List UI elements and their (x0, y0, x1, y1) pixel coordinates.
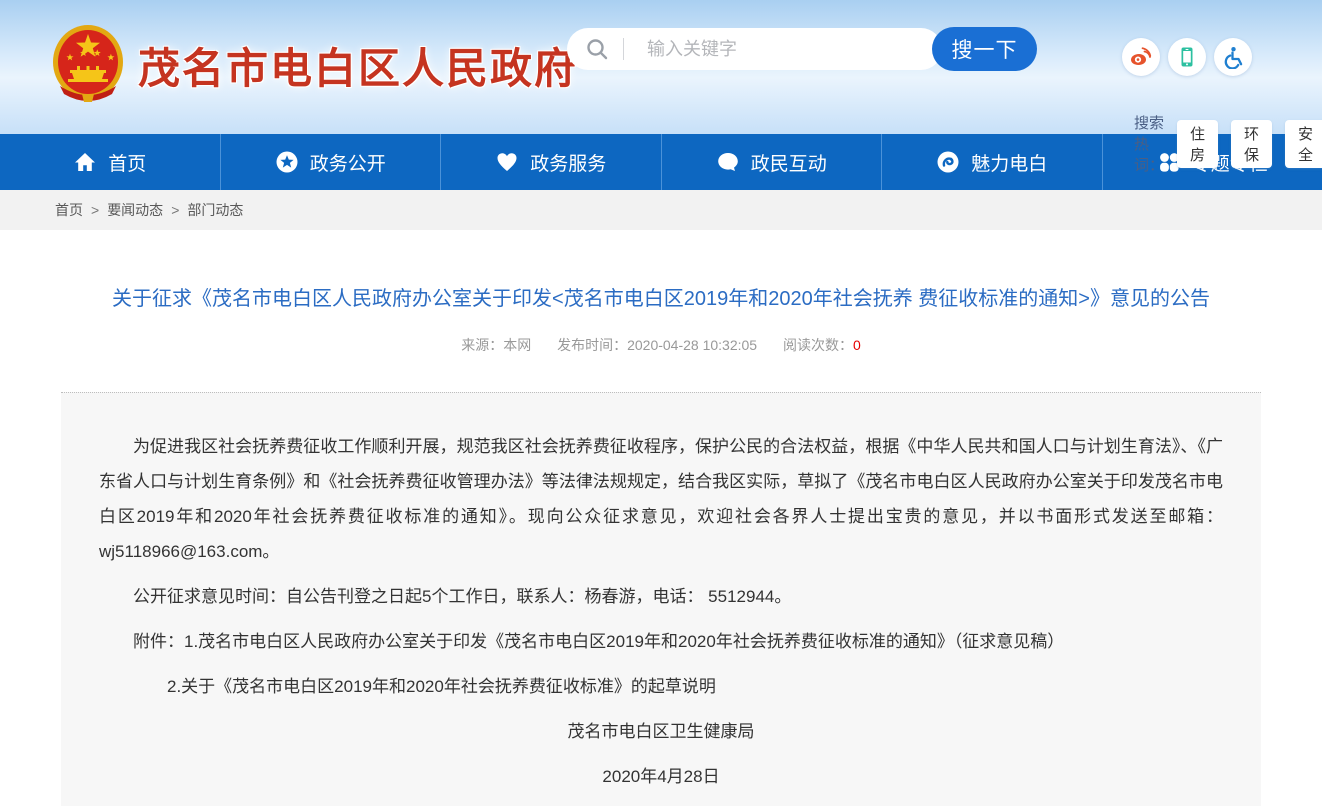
paragraph: 公开征求意见时间：自公告刊登之日起5个工作日，联系人：杨春游，电话： 55129… (99, 579, 1223, 614)
article: 关于征求《茂名市电白区人民政府办公室关于印发<茂名市电白区2019年和2020年… (0, 230, 1322, 806)
paragraph: 2.关于《茂名市电白区2019年和2020年社会抚养费征收标准》的起草说明 (99, 669, 1223, 704)
meta-publish-time: 发布时间：2020-04-28 10:32:05 (557, 337, 757, 353)
nav-item-gov-services[interactable]: 政务服务 (440, 134, 661, 190)
hot-word-tag[interactable]: 安全 (1285, 120, 1322, 168)
search-icon (585, 37, 609, 61)
mobile-icon (1175, 45, 1199, 69)
meta-views-label: 阅读次数： (783, 337, 853, 353)
breadcrumb-item-news[interactable]: 要闻动态 (107, 200, 163, 220)
search-button[interactable]: 搜一下 (932, 27, 1037, 71)
article-signature: 茂名市电白区卫生健康局 (99, 714, 1223, 749)
star-icon (275, 150, 299, 174)
hot-words-label: 搜索热词： (1134, 112, 1164, 175)
hot-word-tag[interactable]: 环保 (1231, 120, 1272, 168)
accessibility-icon (1221, 45, 1245, 69)
quick-icon-weibo[interactable] (1122, 38, 1160, 76)
article-meta: 来源：本网 发布时间：2020-04-28 10:32:05 阅读次数：0 (0, 335, 1322, 355)
breadcrumb-item-department[interactable]: 部门动态 (187, 200, 243, 220)
nav-item-home[interactable]: 首页 (0, 134, 220, 190)
nav-item-charm[interactable]: 魅力电白 (881, 134, 1102, 190)
charm-icon (936, 150, 960, 174)
breadcrumb-item-home[interactable]: 首页 (55, 200, 83, 220)
weibo-icon (1129, 45, 1153, 69)
article-date: 2020年4月28日 (99, 759, 1223, 794)
search-area: 搜一下 搜索热词： 住房 环保 安全 医疗 文化 (567, 28, 1037, 70)
national-emblem (52, 24, 124, 106)
chat-icon (716, 150, 740, 174)
nav-item-label: 政民互动 (751, 149, 827, 176)
home-icon (73, 150, 97, 174)
breadcrumb-separator: > (171, 202, 179, 218)
page-title: 关于征求《茂名市电白区人民政府办公室关于印发<茂名市电白区2019年和2020年… (109, 283, 1213, 316)
paragraph: 为促进我区社会抚养费征收工作顺利开展，规范我区社会抚养费征收程序，保护公民的合法… (99, 429, 1223, 569)
article-body: 为促进我区社会抚养费征收工作顺利开展，规范我区社会抚养费征收程序，保护公民的合法… (61, 392, 1261, 806)
meta-views-count: 0 (853, 337, 861, 353)
nav-item-label: 政务公开 (310, 149, 386, 176)
hot-word-tag[interactable]: 住房 (1177, 120, 1218, 168)
nav-item-interaction[interactable]: 政民互动 (661, 134, 882, 190)
nav-item-gov-info[interactable]: 政务公开 (220, 134, 441, 190)
heart-icon (495, 150, 519, 174)
meta-source: 来源：本网 (461, 337, 531, 353)
nav-item-label: 魅力电白 (971, 149, 1047, 176)
quick-icon-accessibility[interactable] (1214, 38, 1252, 76)
breadcrumb-separator: > (91, 202, 99, 218)
nav-item-label: 政务服务 (530, 149, 606, 176)
quick-icon-mobile[interactable] (1168, 38, 1206, 76)
paragraph: 附件：1.茂名市电白区人民政府办公室关于印发《茂名市电白区2019年和2020年… (99, 624, 1223, 659)
meta-views: 阅读次数：0 (783, 337, 861, 353)
nav-item-label: 首页 (108, 149, 146, 176)
main-nav: 首页 政务公开 政务服务 政民互动 魅力电白 (0, 134, 1322, 190)
header-banner: 茂名市电白区人民政府 搜一下 搜索热词： 住房 环保 安全 医疗 文化 (0, 0, 1322, 134)
site-title: 茂名市电白区人民政府 (138, 35, 578, 96)
search-divider (623, 38, 624, 60)
site-logo[interactable]: 茂名市电白区人民政府 (52, 24, 578, 106)
breadcrumb: 首页 > 要闻动态 > 部门动态 (0, 190, 1322, 230)
